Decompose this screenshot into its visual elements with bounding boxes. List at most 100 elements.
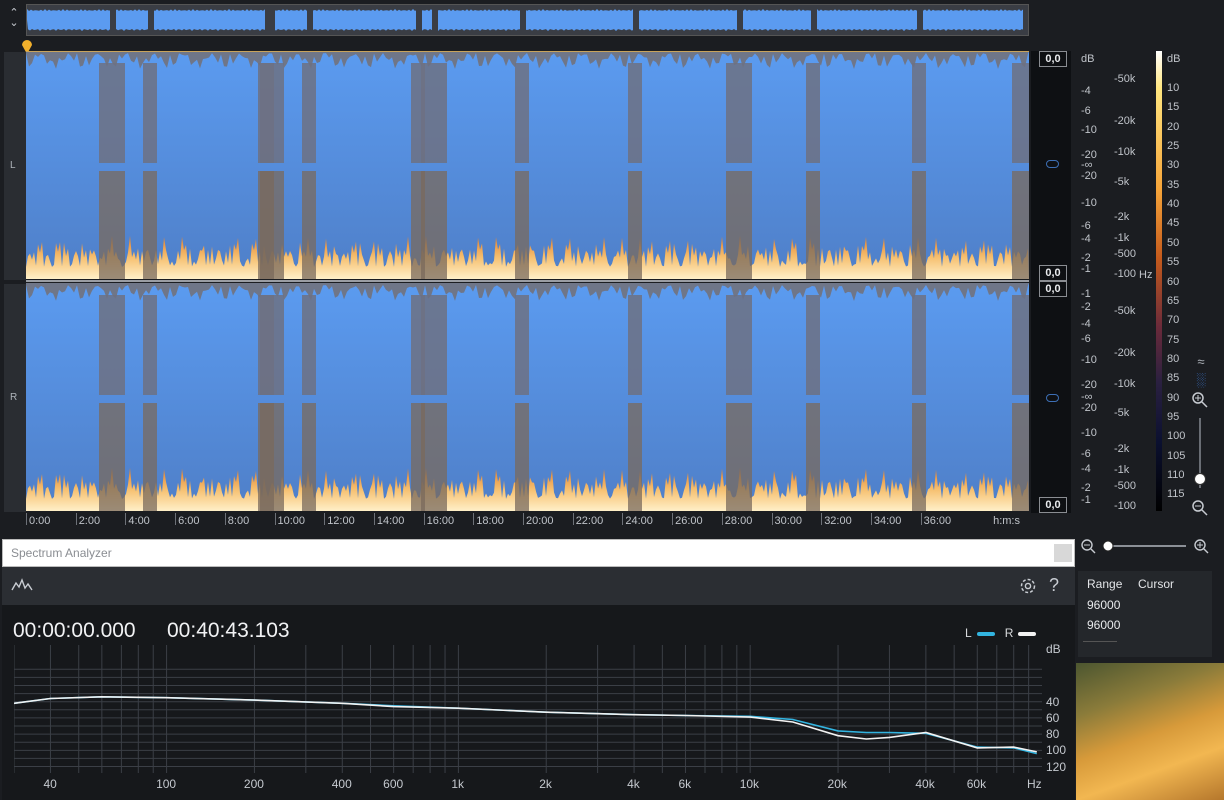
range-value: 96000 (1087, 618, 1121, 632)
waveform-toggle-icon[interactable]: ≈ (1191, 354, 1211, 369)
spectrogram-waveform-view[interactable] (26, 51, 1029, 513)
db-unit-label: dB (1081, 53, 1095, 65)
zoom-out-icon[interactable] (1192, 500, 1208, 516)
hz-tick: -5k (1114, 176, 1130, 188)
hz-tick: -2k (1114, 211, 1130, 223)
channel-lane-left[interactable]: L (4, 52, 26, 280)
channel-lane-right[interactable]: R (4, 284, 26, 512)
spectrum-plot[interactable] (14, 645, 1064, 773)
channel-left-display (26, 51, 1029, 279)
settings-gear-icon[interactable] (1018, 576, 1038, 596)
colorbar-unit: dB (1167, 53, 1181, 65)
pan-handle-right[interactable] (1046, 394, 1059, 402)
time-unit-label: h:m:s (993, 515, 1020, 527)
y-tick-label: 100 (1046, 743, 1067, 758)
y-tick-label: 60 (1046, 710, 1060, 725)
db-tick: -10 (1081, 427, 1097, 439)
time-tick (75, 513, 77, 525)
time-tick (423, 513, 425, 525)
x-tick-label: 600 (383, 777, 404, 791)
time-tick (473, 513, 475, 525)
db-tick: -6 (1081, 220, 1091, 232)
selection-start-time: 00:00:00.000 (13, 619, 136, 642)
colorbar-tick: 95 (1167, 410, 1180, 423)
time-label: 12:00 (327, 515, 355, 527)
spectrum-legend: LR (965, 626, 1037, 640)
db-tick: -20 (1081, 170, 1097, 182)
time-label: 34:00 (873, 515, 902, 527)
hz-tick: -10k (1114, 146, 1136, 158)
overview-waveform (27, 8, 1028, 32)
time-tick (721, 513, 723, 525)
colorbar-tick: 75 (1167, 333, 1180, 346)
x-tick-label: 100 (156, 777, 177, 791)
help-icon[interactable]: ? (1049, 575, 1059, 596)
spectrum-analyzer-titlebar[interactable]: Spectrum Analyzer (2, 539, 1075, 567)
time-label: 28:00 (724, 515, 753, 527)
db-tick: -1 (1081, 494, 1091, 506)
colorbar-tick: 35 (1167, 178, 1180, 191)
spectrum-mode-icon[interactable] (11, 578, 33, 592)
hz-tick: -500 (1114, 248, 1137, 260)
time-label: 32:00 (824, 515, 852, 527)
time-label: 16:00 (426, 515, 455, 527)
time-tick (324, 513, 326, 525)
colorbar-tick: 10 (1167, 82, 1180, 94)
x-tick-label: 10k (739, 777, 760, 791)
selection-end-time: 00:40:43.103 (167, 619, 290, 642)
level-meter-strip: 0,0 0,0 0,0 0,0 (1031, 51, 1071, 513)
colorbar-tick: 60 (1167, 275, 1180, 288)
time-tick (373, 513, 375, 525)
x-tick-label: 6k (678, 777, 692, 791)
db-tick: -6 (1081, 448, 1091, 460)
x-tick-label: 60k (966, 777, 987, 791)
hz-tick: -100 (1114, 268, 1137, 280)
x-tick-label: 400 (331, 777, 352, 791)
hz-tick: -1k (1114, 232, 1130, 244)
vertical-zoom-handle[interactable] (1194, 473, 1206, 485)
y-tick-label: 80 (1046, 727, 1060, 742)
time-tick (572, 513, 574, 525)
time-label: 2:00 (78, 515, 101, 527)
selection-info-panel: Range Cursor 96000 96000 (1078, 571, 1212, 657)
db-scale: dB -4 -6 -10 -20 -∞ -20 -10 -6 -4 -2 -1 … (1073, 51, 1109, 513)
time-label: 18:00 (476, 515, 504, 527)
colorbar-tick: 45 (1167, 217, 1180, 230)
time-label: 6:00 (178, 515, 200, 527)
hz-unit-label: Hz (1139, 269, 1153, 281)
y-tick-label: 40 (1046, 694, 1060, 709)
collapse-overview-icon[interactable]: ⌃ ⌄ (6, 8, 22, 32)
legend-swatch-l (976, 631, 995, 636)
peak-readout: 0,0 (1039, 51, 1067, 67)
colorbar-tick: 25 (1167, 140, 1180, 153)
waveform-overview[interactable] (26, 4, 1029, 36)
time-label: 10:00 (277, 515, 306, 527)
close-button[interactable] (1054, 544, 1072, 562)
db-tick: -6 (1081, 105, 1091, 117)
channel-label-left: L (10, 160, 16, 171)
time-tick (622, 513, 624, 525)
pan-handle-left[interactable] (1046, 160, 1059, 168)
spectrogram-toggle-icon[interactable]: ░ (1191, 372, 1211, 387)
horizontal-zoom-control[interactable] (1080, 538, 1220, 554)
hz-tick: -50k (1114, 305, 1136, 317)
db-tick: -10 (1081, 197, 1097, 209)
hz-tick: -5k (1114, 407, 1130, 419)
time-tick (672, 513, 674, 525)
range-header: Range (1087, 577, 1123, 591)
legend-label-l: L (965, 626, 972, 640)
zoom-in-icon[interactable] (1192, 392, 1208, 408)
time-ruler[interactable]: h:m:s 0:00 2:00 4:00 6:00 8:00 10:00 12:00 14:0… (26, 513, 1032, 531)
peak-readout: 0,0 (1039, 281, 1067, 297)
window-title: Spectrum Analyzer (11, 546, 112, 560)
cursor-header: Cursor (1138, 577, 1175, 591)
time-tick (274, 513, 276, 525)
db-tick: -20 (1081, 379, 1097, 391)
time-tick (224, 513, 226, 525)
legend-label-r: R (1004, 626, 1014, 640)
hz-tick: -20k (1114, 347, 1136, 359)
time-tick (821, 513, 823, 525)
db-tick: -1 (1081, 263, 1091, 275)
spectrogram-colorbar (1156, 51, 1162, 511)
colorbar-tick: 70 (1167, 314, 1180, 327)
